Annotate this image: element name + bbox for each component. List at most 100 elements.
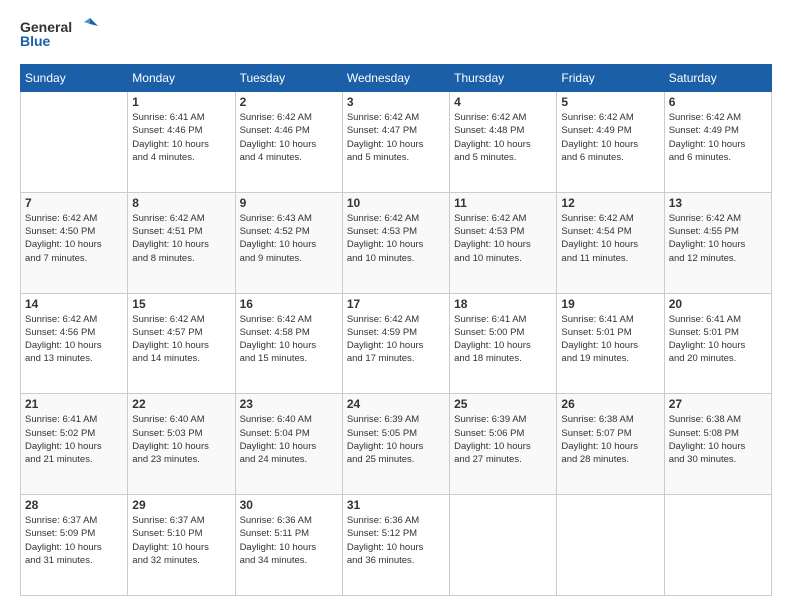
day-cell: 7Sunrise: 6:42 AM Sunset: 4:50 PM Daylig… — [21, 192, 128, 293]
week-row-5: 28 Sunrise: 6:37 AM Sunset: 5:09 PM Dayli… — [21, 495, 772, 596]
day-number: 26 — [561, 397, 659, 411]
day-number: 3 — [347, 95, 445, 109]
day-cell: 12 Sunrise: 6:42 AM Sunset: 4:54 PM Dayli… — [557, 192, 664, 293]
day-cell: 22Sunrise: 6:40 AM Sunset: 5:03 PM Dayli… — [128, 394, 235, 495]
day-cell — [21, 92, 128, 193]
day-number: 15 — [132, 297, 230, 311]
day-cell: 21 Sunrise: 6:41 AM Sunset: 5:02 PM Dayli… — [21, 394, 128, 495]
day-info: Sunrise: 6:42 AM Sunset: 4:56 PM Dayligh… — [25, 313, 123, 366]
day-cell — [664, 495, 771, 596]
day-info: Sunrise: 6:38 AM Sunset: 5:08 PM Dayligh… — [669, 413, 767, 466]
day-number: 6 — [669, 95, 767, 109]
svg-text:Blue: Blue — [20, 33, 51, 49]
day-number: 18 — [454, 297, 552, 311]
day-info: Sunrise: 6:38 AM Sunset: 5:07 PM Dayligh… — [561, 413, 659, 466]
day-number: 14 — [25, 297, 123, 311]
header-cell-monday: Monday — [128, 65, 235, 92]
header: General Blue — [20, 16, 772, 52]
day-cell: 1 Sunrise: 6:41 AM Sunset: 4:46 PM Daylig… — [128, 92, 235, 193]
day-info: Sunrise: 6:42 AM Sunset: 4:54 PM Dayligh… — [561, 212, 659, 265]
day-info: Sunrise: 6:43 AM Sunset: 4:52 PM Dayligh… — [240, 212, 338, 265]
day-info: Sunrise: 6:36 AM Sunset: 5:12 PM Dayligh… — [347, 514, 445, 567]
day-cell: 13 Sunrise: 6:42 AM Sunset: 4:55 PM Dayli… — [664, 192, 771, 293]
day-info: Sunrise: 6:42 AM Sunset: 4:46 PM Dayligh… — [240, 111, 338, 164]
day-info: Sunrise: 6:42 AM Sunset: 4:49 PM Dayligh… — [561, 111, 659, 164]
day-cell: 29 Sunrise: 6:37 AM Sunset: 5:10 PM Dayli… — [128, 495, 235, 596]
day-cell: 18 Sunrise: 6:41 AM Sunset: 5:00 PM Dayli… — [450, 293, 557, 394]
day-number: 27 — [669, 397, 767, 411]
day-number: 31 — [347, 498, 445, 512]
day-info: Sunrise: 6:42 AM Sunset: 4:53 PM Dayligh… — [454, 212, 552, 265]
day-cell: 15 Sunrise: 6:42 AM Sunset: 4:57 PM Dayli… — [128, 293, 235, 394]
day-cell: 11Sunrise: 6:42 AM Sunset: 4:53 PM Dayli… — [450, 192, 557, 293]
day-number: 13 — [669, 196, 767, 210]
day-number: 12 — [561, 196, 659, 210]
day-info: Sunrise: 6:37 AM Sunset: 5:10 PM Dayligh… — [132, 514, 230, 567]
header-cell-wednesday: Wednesday — [342, 65, 449, 92]
week-row-2: 7Sunrise: 6:42 AM Sunset: 4:50 PM Daylig… — [21, 192, 772, 293]
day-number: 21 — [25, 397, 123, 411]
day-cell: 14 Sunrise: 6:42 AM Sunset: 4:56 PM Dayli… — [21, 293, 128, 394]
day-number: 2 — [240, 95, 338, 109]
day-info: Sunrise: 6:41 AM Sunset: 4:46 PM Dayligh… — [132, 111, 230, 164]
day-cell: 4 Sunrise: 6:42 AM Sunset: 4:48 PM Daylig… — [450, 92, 557, 193]
day-number: 4 — [454, 95, 552, 109]
day-info: Sunrise: 6:41 AM Sunset: 5:01 PM Dayligh… — [669, 313, 767, 366]
day-info: Sunrise: 6:42 AM Sunset: 4:51 PM Dayligh… — [132, 212, 230, 265]
day-number: 10 — [347, 196, 445, 210]
day-cell: 25Sunrise: 6:39 AM Sunset: 5:06 PM Dayli… — [450, 394, 557, 495]
day-info: Sunrise: 6:39 AM Sunset: 5:06 PM Dayligh… — [454, 413, 552, 466]
week-row-3: 14 Sunrise: 6:42 AM Sunset: 4:56 PM Dayli… — [21, 293, 772, 394]
day-number: 29 — [132, 498, 230, 512]
day-info: Sunrise: 6:42 AM Sunset: 4:59 PM Dayligh… — [347, 313, 445, 366]
day-info: Sunrise: 6:42 AM Sunset: 4:49 PM Dayligh… — [669, 111, 767, 164]
day-number: 1 — [132, 95, 230, 109]
day-info: Sunrise: 6:42 AM Sunset: 4:47 PM Dayligh… — [347, 111, 445, 164]
day-info: Sunrise: 6:42 AM Sunset: 4:55 PM Dayligh… — [669, 212, 767, 265]
header-cell-sunday: Sunday — [21, 65, 128, 92]
day-cell: 10 Sunrise: 6:42 AM Sunset: 4:53 PM Dayli… — [342, 192, 449, 293]
day-cell: 6 Sunrise: 6:42 AM Sunset: 4:49 PM Daylig… — [664, 92, 771, 193]
day-info: Sunrise: 6:42 AM Sunset: 4:57 PM Dayligh… — [132, 313, 230, 366]
day-cell: 26 Sunrise: 6:38 AM Sunset: 5:07 PM Dayli… — [557, 394, 664, 495]
day-cell: 27 Sunrise: 6:38 AM Sunset: 5:08 PM Dayli… — [664, 394, 771, 495]
day-info: Sunrise: 6:42 AM Sunset: 4:50 PM Dayligh… — [25, 212, 123, 265]
week-row-4: 21 Sunrise: 6:41 AM Sunset: 5:02 PM Dayli… — [21, 394, 772, 495]
day-cell: 8 Sunrise: 6:42 AM Sunset: 4:51 PM Daylig… — [128, 192, 235, 293]
day-info: Sunrise: 6:40 AM Sunset: 5:04 PM Dayligh… — [240, 413, 338, 466]
header-cell-tuesday: Tuesday — [235, 65, 342, 92]
day-info: Sunrise: 6:36 AM Sunset: 5:11 PM Dayligh… — [240, 514, 338, 567]
day-cell: 20 Sunrise: 6:41 AM Sunset: 5:01 PM Dayli… — [664, 293, 771, 394]
day-number: 28 — [25, 498, 123, 512]
day-number: 5 — [561, 95, 659, 109]
day-info: Sunrise: 6:41 AM Sunset: 5:00 PM Dayligh… — [454, 313, 552, 366]
day-cell: 31 Sunrise: 6:36 AM Sunset: 5:12 PM Dayli… — [342, 495, 449, 596]
header-cell-friday: Friday — [557, 65, 664, 92]
day-cell — [557, 495, 664, 596]
logo-svg: General Blue — [20, 16, 100, 52]
day-cell: 24Sunrise: 6:39 AM Sunset: 5:05 PM Dayli… — [342, 394, 449, 495]
day-number: 23 — [240, 397, 338, 411]
day-number: 16 — [240, 297, 338, 311]
day-cell: 3 Sunrise: 6:42 AM Sunset: 4:47 PM Daylig… — [342, 92, 449, 193]
day-cell: 28 Sunrise: 6:37 AM Sunset: 5:09 PM Dayli… — [21, 495, 128, 596]
week-row-1: 1 Sunrise: 6:41 AM Sunset: 4:46 PM Daylig… — [21, 92, 772, 193]
header-row: SundayMondayTuesdayWednesdayThursdayFrid… — [21, 65, 772, 92]
day-info: Sunrise: 6:42 AM Sunset: 4:58 PM Dayligh… — [240, 313, 338, 366]
day-cell: 30 Sunrise: 6:36 AM Sunset: 5:11 PM Dayli… — [235, 495, 342, 596]
day-number: 30 — [240, 498, 338, 512]
day-info: Sunrise: 6:37 AM Sunset: 5:09 PM Dayligh… — [25, 514, 123, 567]
day-number: 8 — [132, 196, 230, 210]
day-info: Sunrise: 6:40 AM Sunset: 5:03 PM Dayligh… — [132, 413, 230, 466]
day-info: Sunrise: 6:42 AM Sunset: 4:48 PM Dayligh… — [454, 111, 552, 164]
day-number: 20 — [669, 297, 767, 311]
day-cell: 9Sunrise: 6:43 AM Sunset: 4:52 PM Daylig… — [235, 192, 342, 293]
day-info: Sunrise: 6:41 AM Sunset: 5:02 PM Dayligh… — [25, 413, 123, 466]
header-cell-thursday: Thursday — [450, 65, 557, 92]
day-cell: 19Sunrise: 6:41 AM Sunset: 5:01 PM Dayli… — [557, 293, 664, 394]
page: General Blue SundayMondayTuesdayWednesda… — [0, 0, 792, 612]
day-cell: 17 Sunrise: 6:42 AM Sunset: 4:59 PM Dayli… — [342, 293, 449, 394]
day-number: 17 — [347, 297, 445, 311]
day-info: Sunrise: 6:42 AM Sunset: 4:53 PM Dayligh… — [347, 212, 445, 265]
calendar-table: SundayMondayTuesdayWednesdayThursdayFrid… — [20, 64, 772, 596]
